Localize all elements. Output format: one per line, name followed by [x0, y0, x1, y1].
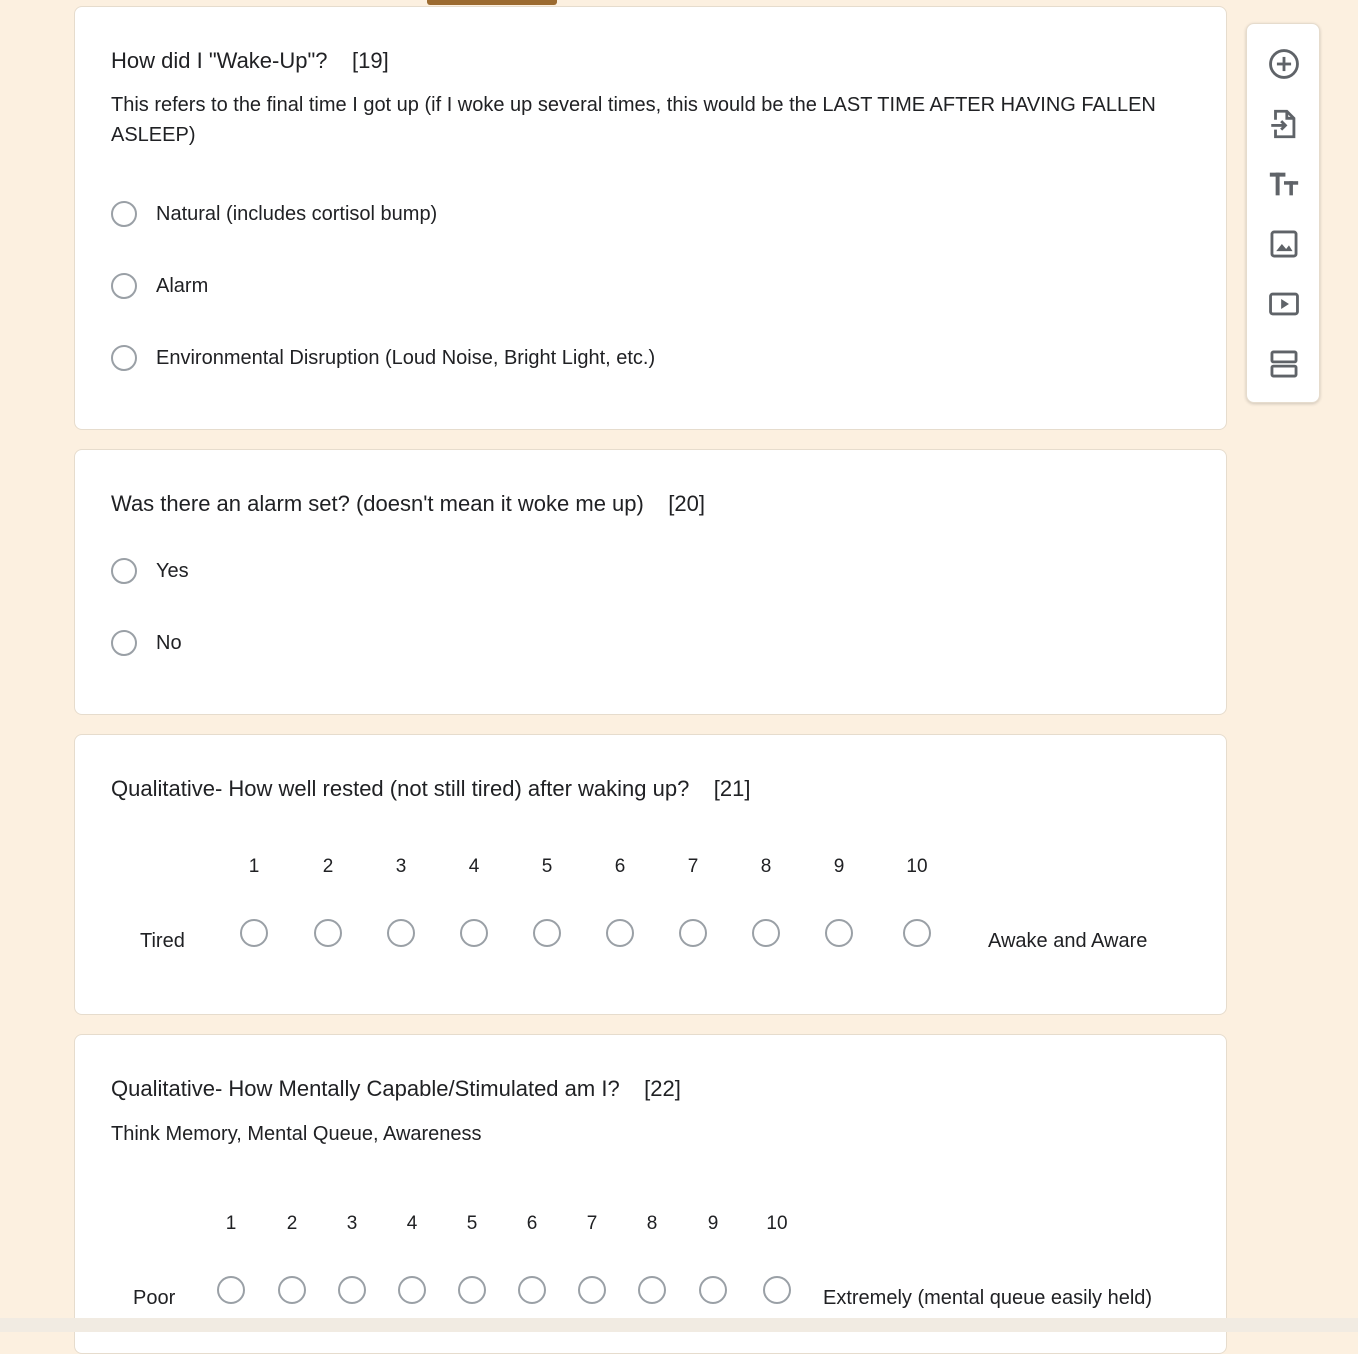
add-question-icon: [1269, 49, 1299, 79]
question-title: Qualitative- How well rested (not still …: [111, 776, 751, 801]
add-video-icon: [1269, 292, 1299, 316]
option-environmental-disruption[interactable]: Environmental Disruption (Loud Noise, Br…: [111, 343, 655, 373]
import-questions-icon: [1271, 109, 1296, 139]
add-title-button[interactable]: [1264, 164, 1304, 204]
question-card-21[interactable]: Qualitative- How well rested (not still …: [74, 734, 1227, 1015]
scale-number: 8: [646, 1213, 658, 1234]
scale-radio-button[interactable]: [578, 1276, 606, 1304]
scale-radio-button[interactable]: [606, 919, 634, 947]
scale-number: 9: [707, 1213, 719, 1234]
scale-radio-button[interactable]: [518, 1276, 546, 1304]
scale-low-label: Poor: [133, 1287, 176, 1309]
add-image-icon: [1270, 230, 1298, 258]
bottom-edge: [0, 1318, 1358, 1332]
scale-radio-button[interactable]: [387, 919, 415, 947]
add-section-icon: [1270, 350, 1298, 378]
scale-radio-button[interactable]: [825, 919, 853, 947]
import-questions-button[interactable]: [1264, 104, 1304, 144]
floating-toolbar: [1246, 23, 1320, 403]
scale-radio-button[interactable]: [752, 919, 780, 947]
scale-number: 2: [286, 1213, 298, 1234]
question-card-19[interactable]: How did I "Wake-Up"? [19] This refers to…: [74, 6, 1227, 430]
add-image-button[interactable]: [1264, 224, 1304, 264]
scale-number: 9: [833, 856, 845, 877]
add-question-button[interactable]: [1264, 44, 1304, 84]
question-title: How did I "Wake-Up"? [19]: [111, 48, 389, 73]
scale-radio-button[interactable]: [217, 1276, 245, 1304]
scale-radio-button[interactable]: [638, 1276, 666, 1304]
radio-button[interactable]: [111, 630, 137, 656]
option-label: Yes: [156, 559, 189, 582]
header-accent-tab: [427, 0, 557, 5]
option-label: Environmental Disruption (Loud Noise, Br…: [156, 346, 656, 369]
scale-high-label: Awake and Aware: [988, 930, 1148, 952]
scale-radio-button[interactable]: [398, 1276, 426, 1304]
radio-button[interactable]: [111, 201, 137, 227]
scale-number: 4: [406, 1213, 418, 1234]
scale-number: 7: [687, 856, 699, 877]
option-no[interactable]: No: [111, 628, 182, 658]
question-description: This refers to the final time I got up (…: [111, 94, 1156, 146]
add-title-icon: [1269, 172, 1299, 196]
scale-number: 6: [614, 856, 626, 877]
scale-radio-button[interactable]: [458, 1276, 486, 1304]
scale-radio-button[interactable]: [314, 919, 342, 947]
add-section-button[interactable]: [1264, 344, 1304, 384]
option-natural[interactable]: Natural (includes cortisol bump): [111, 199, 437, 229]
scale-number: 5: [466, 1213, 478, 1234]
scale-radio-button[interactable]: [679, 919, 707, 947]
scale-high-label: Extremely (mental queue easily held): [823, 1287, 1153, 1309]
scale-low-label: Tired: [140, 930, 185, 952]
scale-radio-button[interactable]: [533, 919, 561, 947]
scale-radio-button[interactable]: [240, 919, 268, 947]
scale-number: 6: [526, 1213, 538, 1234]
question-title: Was there an alarm set? (doesn't mean it…: [111, 491, 705, 516]
scale-radio-button[interactable]: [699, 1276, 727, 1304]
scale-number: 5: [541, 856, 553, 877]
option-alarm[interactable]: Alarm: [111, 271, 208, 301]
scale-radio-button[interactable]: [460, 919, 488, 947]
scale-number: 8: [760, 856, 772, 877]
question-card-22[interactable]: Qualitative- How Mentally Capable/Stimul…: [74, 1034, 1227, 1354]
scale-number: 1: [248, 856, 260, 877]
option-label: No: [156, 631, 182, 654]
option-label: Natural (includes cortisol bump): [156, 202, 438, 225]
radio-button[interactable]: [111, 273, 137, 299]
scale-number: 10: [906, 856, 928, 877]
option-label: Alarm: [156, 274, 209, 297]
scale-number: 7: [586, 1213, 598, 1234]
scale-radio-button[interactable]: [338, 1276, 366, 1304]
question-card-20[interactable]: Was there an alarm set? (doesn't mean it…: [74, 449, 1227, 715]
scale-number: 1: [225, 1213, 237, 1234]
scale-radio-button[interactable]: [903, 919, 931, 947]
scale-radio-button[interactable]: [278, 1276, 306, 1304]
radio-button[interactable]: [111, 558, 137, 584]
scale-number: 10: [766, 1213, 788, 1234]
scale-number: 4: [468, 856, 480, 877]
question-title: Qualitative- How Mentally Capable/Stimul…: [111, 1076, 681, 1101]
radio-button[interactable]: [111, 345, 137, 371]
scale-radio-button[interactable]: [763, 1276, 791, 1304]
option-yes[interactable]: Yes: [111, 556, 189, 586]
add-video-button[interactable]: [1264, 284, 1304, 324]
scale-number: 3: [395, 856, 407, 877]
scale-number: 3: [346, 1213, 358, 1234]
question-description: Think Memory, Mental Queue, Awareness: [111, 1123, 482, 1145]
scale-number: 2: [322, 856, 334, 877]
